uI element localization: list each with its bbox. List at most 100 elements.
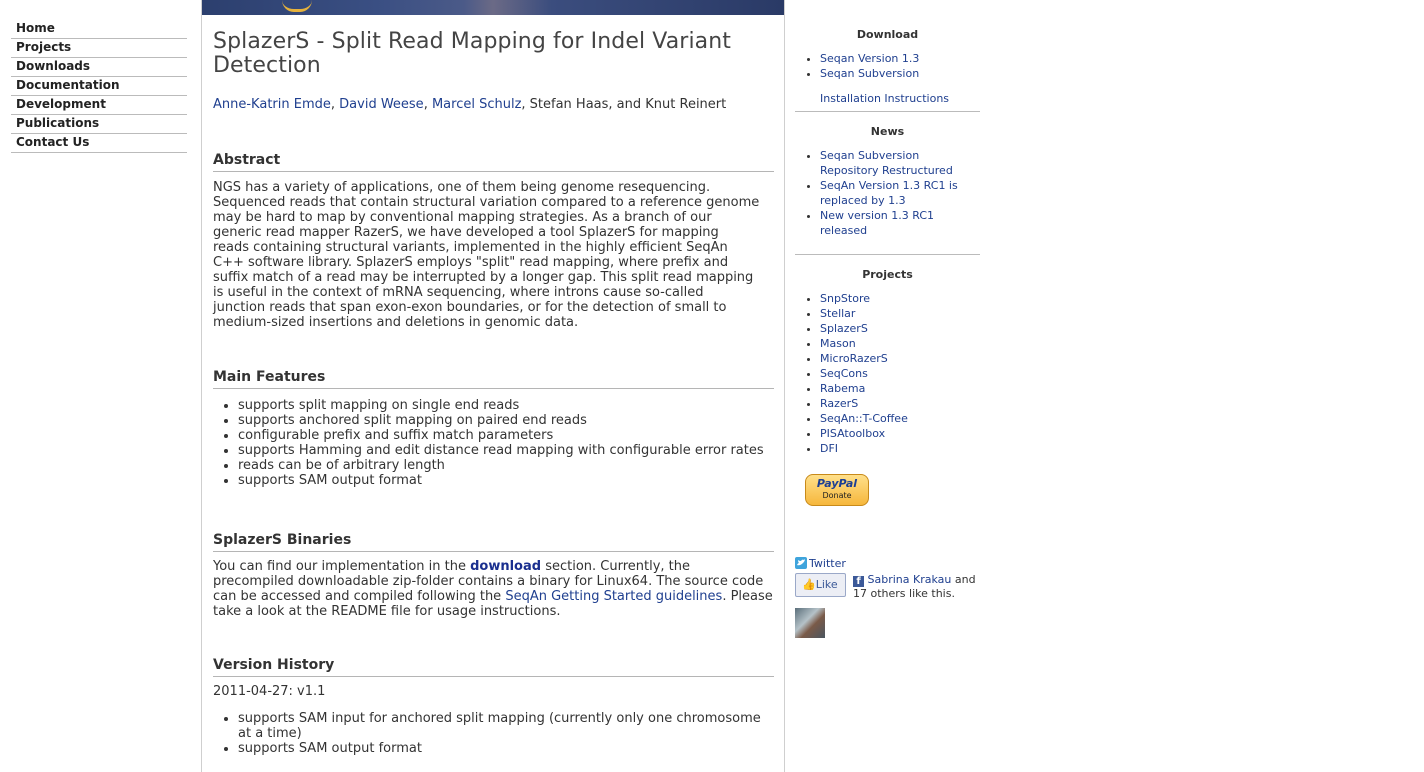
avatar[interactable] <box>795 608 825 638</box>
abstract-line: generic read mapper RazerS, we have deve… <box>213 225 719 240</box>
thumbs-up-icon: 👍 <box>802 578 816 591</box>
project-link[interactable]: DFI <box>820 442 838 455</box>
right-sidebar: Download Seqan Version 1.3 Seqan Subvers… <box>795 25 980 638</box>
project-link[interactable]: SeqAn::T-Coffee <box>820 412 908 425</box>
list-item: SeqAn Version 1.3 RC1 is replaced by 1.3 <box>820 178 980 208</box>
binaries-text: You can find our implementation in the d… <box>213 559 773 619</box>
nav-development[interactable]: Development <box>11 96 187 115</box>
project-link[interactable]: MicroRazerS <box>820 352 888 365</box>
list-item: Seqan Subversion Repository Restructured <box>820 148 980 178</box>
donate-label: Donate <box>822 491 852 500</box>
project-link[interactable]: Stellar <box>820 307 855 320</box>
list-item: supports anchored split mapping on paire… <box>238 413 774 428</box>
nav-publications[interactable]: Publications <box>11 115 187 134</box>
facebook-icon: f <box>853 576 864 587</box>
download-link[interactable]: download <box>470 559 541 574</box>
history-heading: Version History <box>213 657 774 677</box>
seqan-version-link[interactable]: Seqan Version 1.3 <box>820 52 919 65</box>
list-item: SeqCons <box>820 366 980 381</box>
list-item: Stellar <box>820 306 980 321</box>
paypal-donate-button[interactable]: PayPal Donate <box>805 474 869 506</box>
list-item: supports SAM output format <box>238 741 774 756</box>
project-link[interactable]: RazerS <box>820 397 858 410</box>
nav-downloads[interactable]: Downloads <box>11 58 187 77</box>
abstract-line: is useful in the context of mRNA sequenc… <box>213 285 704 300</box>
binaries-heading: SplazerS Binaries <box>213 532 774 552</box>
article: SplazerS - Split Read Mapping for Indel … <box>213 30 774 756</box>
author-link[interactable]: Anne-Katrin Emde <box>213 97 331 112</box>
nav-contact-us[interactable]: Contact Us <box>11 134 187 153</box>
list-item: Rabema <box>820 381 980 396</box>
abstract-line: Sequenced reads that contain structural … <box>213 195 760 210</box>
author-list: Anne-Katrin Emde, David Weese, Marcel Sc… <box>213 97 727 112</box>
download-list: Seqan Version 1.3 Seqan Subversion <box>795 51 980 81</box>
abstract-heading: Abstract <box>213 152 774 172</box>
abstract-text: NGS has a variety of applications, one o… <box>213 180 774 330</box>
project-link[interactable]: SnpStore <box>820 292 870 305</box>
list-item: MicroRazerS <box>820 351 980 366</box>
getting-started-link[interactable]: SeqAn Getting Started guidelines <box>505 589 722 604</box>
features-list: supports split mapping on single end rea… <box>213 398 774 488</box>
list-item: RazerS <box>820 396 980 411</box>
list-item: Mason <box>820 336 980 351</box>
author-rest: , Stefan Haas, and Knut Reinert <box>521 97 727 112</box>
nav-home[interactable]: Home <box>11 20 187 39</box>
news-heading: News <box>870 125 905 138</box>
main-content: SplazerS - Split Read Mapping for Indel … <box>201 0 785 772</box>
download-heading: Download <box>856 28 919 41</box>
nav-projects[interactable]: Projects <box>11 39 187 58</box>
list-item: Seqan Version 1.3 <box>820 51 980 66</box>
nav-documentation[interactable]: Documentation <box>11 77 187 96</box>
twitter-icon <box>795 557 807 569</box>
seqan-subversion-link[interactable]: Seqan Subversion <box>820 67 919 80</box>
abstract-line: suffix match of a read may be interrupte… <box>213 270 754 285</box>
abstract-line: NGS has a variety of applications, one o… <box>213 180 711 195</box>
install-block: Installation Instructions <box>795 91 980 112</box>
list-item: supports SAM output format <box>238 473 774 488</box>
abstract-line: junction reads that span exon-exon bound… <box>213 300 727 315</box>
author-link[interactable]: David Weese <box>339 97 424 112</box>
installation-link[interactable]: Installation Instructions <box>820 92 949 105</box>
project-link[interactable]: Mason <box>820 337 856 350</box>
news-block: Seqan Subversion Repository Restructured… <box>795 148 980 255</box>
list-item: configurable prefix and suffix match par… <box>238 428 774 443</box>
news-link[interactable]: New version 1.3 RC1 released <box>820 209 934 237</box>
news-link[interactable]: Seqan Subversion Repository Restructured <box>820 149 953 177</box>
version-label: 2011-04-27: v1.1 <box>213 684 326 699</box>
like-label: Like <box>815 578 838 591</box>
projects-heading: Projects <box>862 268 913 281</box>
list-item: supports SAM input for anchored split ma… <box>238 711 774 741</box>
list-item: SeqAn::T-Coffee <box>820 411 980 426</box>
history-list: supports SAM input for anchored split ma… <box>213 711 774 756</box>
facebook-friend-link[interactable]: Sabrina Krakau <box>868 573 952 586</box>
project-link[interactable]: PISAtoolbox <box>820 427 885 440</box>
projects-list: SnpStore Stellar SplazerS Mason MicroRaz… <box>795 291 980 456</box>
list-item: Seqan Subversion <box>820 66 980 81</box>
facebook-like-button[interactable]: 👍Like <box>795 573 846 597</box>
banner-logo-arc <box>282 0 312 12</box>
header-banner <box>202 0 784 15</box>
list-item: supports Hamming and edit distance read … <box>238 443 774 458</box>
news-list: Seqan Subversion Repository Restructured… <box>795 148 980 238</box>
list-item: SnpStore <box>820 291 980 306</box>
project-link[interactable]: Rabema <box>820 382 865 395</box>
list-item: SplazerS <box>820 321 980 336</box>
list-item: DFI <box>820 441 980 456</box>
paypal-logo: PayPal <box>816 477 858 490</box>
project-link[interactable]: SplazerS <box>820 322 868 335</box>
news-link[interactable]: SeqAn Version 1.3 RC1 is replaced by 1.3 <box>820 179 958 207</box>
page-title: SplazerS - Split Read Mapping for Indel … <box>213 29 732 78</box>
author-link[interactable]: Marcel Schulz <box>432 97 521 112</box>
twitter-link[interactable]: Twitter <box>795 557 846 571</box>
left-navigation: Home Projects Downloads Documentation De… <box>11 20 187 153</box>
project-link[interactable]: SeqCons <box>820 367 868 380</box>
list-item: PISAtoolbox <box>820 426 980 441</box>
facebook-like-text: f Sabrina Krakau and 17 others like this… <box>853 573 976 600</box>
abstract-line: may be hard to map by conventional mappi… <box>213 210 712 225</box>
abstract-line: medium-sized insertions and deletions in… <box>213 315 579 330</box>
list-item: New version 1.3 RC1 released <box>820 208 980 238</box>
twitter-label[interactable]: Twitter <box>809 557 846 570</box>
features-heading: Main Features <box>213 369 774 389</box>
list-item: supports split mapping on single end rea… <box>238 398 774 413</box>
list-item: reads can be of arbitrary length <box>238 458 774 473</box>
